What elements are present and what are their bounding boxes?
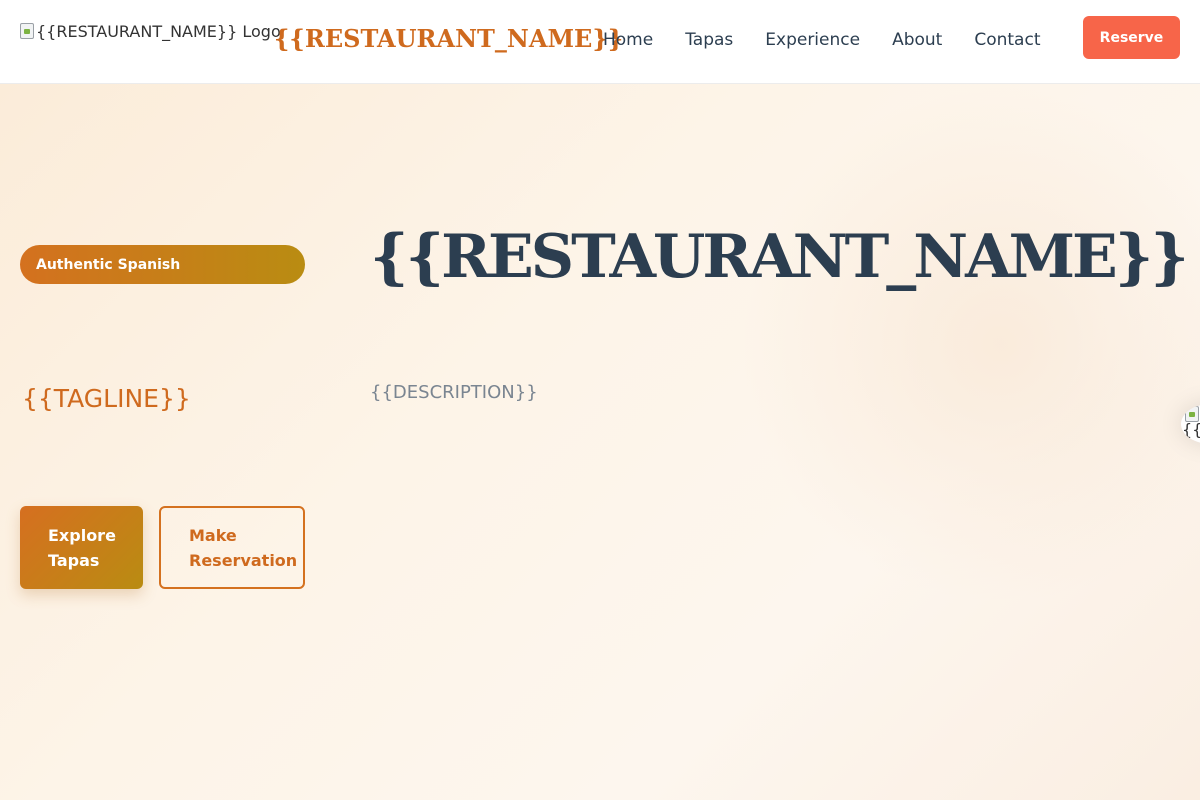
authentic-badge: Authentic Spanish <box>20 245 305 284</box>
nav-about-link[interactable]: About <box>892 30 942 50</box>
nav-experience-link[interactable]: Experience <box>765 30 860 50</box>
logo-alt-text: {{RESTAURANT_NAME}} Logo <box>36 22 281 41</box>
hero-section <box>0 84 1200 800</box>
nav-links: Home Tapas Experience About Contact <box>603 30 1040 50</box>
navbar: {{RESTAURANT_NAME}} Logo {{RESTAURANT_NA… <box>0 0 1200 84</box>
nav-tapas-link[interactable]: Tapas <box>685 30 733 50</box>
logo-image[interactable]: {{RESTAURANT_NAME}} Logo <box>20 22 281 41</box>
broken-image-icon <box>20 22 34 39</box>
explore-tapas-button[interactable]: Explore Tapas <box>20 506 143 589</box>
make-reservation-button[interactable]: Make Reservation <box>159 506 305 589</box>
brand-name[interactable]: {{RESTAURANT_NAME}} <box>274 24 623 53</box>
hero-description: {{DESCRIPTION}} <box>370 382 538 403</box>
hero-image-alt-text: {{R <box>1182 420 1200 439</box>
nav-contact-link[interactable]: Contact <box>974 30 1040 50</box>
nav-home-link[interactable]: Home <box>603 30 653 50</box>
reserve-button[interactable]: Reserve <box>1083 16 1180 59</box>
hero-tagline: {{TAGLINE}} <box>22 384 191 413</box>
hero-title: {{RESTAURANT_NAME}} <box>370 222 1189 292</box>
